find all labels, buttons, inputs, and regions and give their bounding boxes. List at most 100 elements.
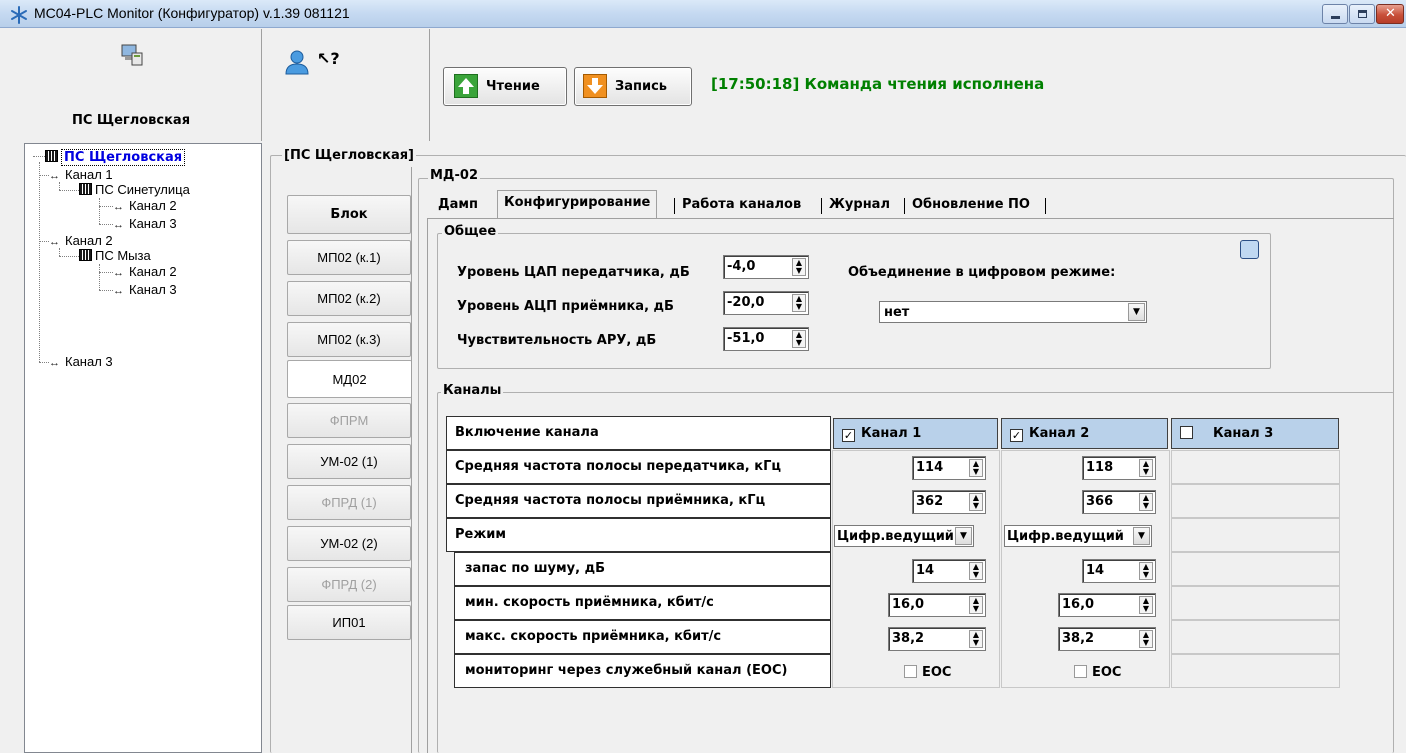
ch1-rx-freq-spinner[interactable]: 362 ▲ ▼ xyxy=(912,490,986,514)
module-button-um02-2[interactable]: УМ-02 (2) xyxy=(287,526,411,561)
module-button-mp02-3[interactable]: МП02 (к.3) xyxy=(287,322,411,357)
link-arrow-icon: ↔ xyxy=(49,357,60,369)
tree-item-channel[interactable]: ↔ Канал 3 xyxy=(113,282,177,297)
channels-grid: Включение канала Средняя частота полосы … xyxy=(446,416,1340,692)
tab-dump[interactable]: Дамп xyxy=(432,193,484,217)
tree-item-channel[interactable]: ↔ Канал 1 xyxy=(49,167,113,182)
channel-1-checkbox[interactable]: ✓ xyxy=(842,429,855,442)
tree-item-root[interactable]: ПС Щегловская xyxy=(45,149,186,166)
tab-firmware-update[interactable]: Обновление ПО xyxy=(906,193,1036,217)
snowflake-icon xyxy=(11,6,27,24)
ch1-min-rate-spinner[interactable]: 16,0 ▲ ▼ xyxy=(888,593,986,617)
module-button-mp02-1[interactable]: МП02 (к.1) xyxy=(287,240,411,275)
status-message: [17:50:18] Команда чтения исполнена xyxy=(711,75,1045,93)
module-title: МД-02 xyxy=(428,168,481,183)
channel-2-checkbox[interactable]: ✓ xyxy=(1010,429,1023,442)
maximize-button[interactable] xyxy=(1349,4,1375,24)
ch2-mode-select[interactable]: Цифр.ведущий ▼ xyxy=(1004,525,1152,547)
spin-arrows-icon[interactable]: ▲ ▼ xyxy=(1139,630,1153,648)
window-title: MC04-PLC Monitor (Конфигуратор) v.1.39 0… xyxy=(34,5,350,21)
close-icon: ✕ xyxy=(1385,6,1396,21)
title-bar[interactable]: MC04-PLC Monitor (Конфигуратор) v.1.39 0… xyxy=(0,0,1406,28)
tree-item-channel[interactable]: ↔ Канал 3 xyxy=(49,354,113,369)
row-snr-margin: запас по шуму, дБ xyxy=(454,552,831,586)
ch1-tx-freq-spinner[interactable]: 114 ▲ ▼ xyxy=(912,456,986,480)
spin-arrows-icon[interactable]: ▲ ▼ xyxy=(1139,493,1153,511)
spin-arrows-icon[interactable]: ▲ ▼ xyxy=(792,294,806,312)
device-icon xyxy=(45,150,58,162)
module-button-fprd-2: ФПРД (2) xyxy=(287,567,411,602)
close-button[interactable]: ✕ xyxy=(1376,4,1404,24)
ch2-rx-freq-spinner[interactable]: 366 ▲ ▼ xyxy=(1082,490,1156,514)
ch1-snr-spinner[interactable]: 14 ▲ ▼ xyxy=(912,559,986,583)
tree-item-channel[interactable]: ↔ Канал 3 xyxy=(113,216,177,231)
chevron-down-icon[interactable]: ▼ xyxy=(1128,303,1145,321)
device-tree[interactable]: ПС Щегловская ↔ Канал 1 ПС Синетулица ↔ Ка… xyxy=(24,143,262,753)
read-button[interactable]: Чтение xyxy=(443,67,567,106)
module-button-ip01[interactable]: ИП01 xyxy=(287,605,411,640)
block-button[interactable]: Блок xyxy=(287,195,411,234)
channel-1-header[interactable]: ✓ Канал 1 xyxy=(833,418,998,449)
ch2-tx-freq-spinner[interactable]: 118 ▲ ▼ xyxy=(1082,456,1156,480)
row-max-rate: макс. скорость приёмника, кбит/с xyxy=(454,620,831,654)
chevron-down-icon[interactable]: ▼ xyxy=(955,527,972,545)
adc-level-spinner[interactable]: -20,0 ▲ ▼ xyxy=(723,291,809,315)
tree-item-channel[interactable]: ↔ Канал 2 xyxy=(113,198,177,213)
help-pointer-icon[interactable]: ↖? xyxy=(317,49,340,68)
general-title: Общее xyxy=(442,224,499,239)
computer-icon xyxy=(121,44,143,66)
link-arrow-icon: ↔ xyxy=(113,267,124,279)
arrow-down-icon xyxy=(583,74,607,98)
tab-channels-work[interactable]: Работа каналов xyxy=(676,193,807,217)
chevron-down-icon[interactable]: ▼ xyxy=(1133,527,1150,545)
dac-level-spinner[interactable]: -4,0 ▲ ▼ xyxy=(723,255,809,279)
tree-item-channel[interactable]: ↔ Канал 2 xyxy=(49,233,113,248)
link-arrow-icon: ↔ xyxy=(49,170,60,182)
module-button-md02[interactable]: МД02 xyxy=(287,360,412,398)
tab-config[interactable]: Конфигурирование xyxy=(497,190,658,218)
main-toolbar: Чтение Запись [17:50:18] Команда чтения … xyxy=(431,29,1406,141)
ch2-snr-spinner[interactable]: 14 ▲ ▼ xyxy=(1082,559,1156,583)
ch2-max-rate-spinner[interactable]: 38,2 ▲ ▼ xyxy=(1058,627,1156,651)
row-eoc-monitoring: мониторинг через служебный канал (EOC) xyxy=(454,654,831,688)
station-header: ПС Щегловская xyxy=(0,29,262,141)
user-icon[interactable] xyxy=(283,48,311,76)
combine-mode-select[interactable]: нет ▼ xyxy=(879,301,1147,323)
spin-arrows-icon[interactable]: ▲ ▼ xyxy=(792,258,806,276)
row-header-enable: Включение канала xyxy=(446,416,831,450)
agc-sensitivity-spinner[interactable]: -51,0 ▲ ▼ xyxy=(723,327,809,351)
spin-arrows-icon[interactable]: ▲ ▼ xyxy=(1139,562,1153,580)
spin-arrows-icon[interactable]: ▲ ▼ xyxy=(792,330,806,348)
spin-arrows-icon[interactable]: ▲ ▼ xyxy=(969,459,983,477)
tree-item-station[interactable]: ПС Мыза xyxy=(79,248,151,263)
spin-arrows-icon[interactable]: ▲ ▼ xyxy=(1139,596,1153,614)
module-button-um02-1[interactable]: УМ-02 (1) xyxy=(287,444,411,479)
spin-arrows-icon[interactable]: ▲ ▼ xyxy=(969,630,983,648)
channel-3-checkbox[interactable] xyxy=(1180,426,1193,439)
ch1-max-rate-spinner[interactable]: 38,2 ▲ ▼ xyxy=(888,627,986,651)
ch2-eoc-checkbox[interactable]: EOC xyxy=(1074,665,1121,680)
spin-arrows-icon[interactable]: ▲ ▼ xyxy=(969,493,983,511)
ch2-min-rate-spinner[interactable]: 16,0 ▲ ▼ xyxy=(1058,593,1156,617)
spin-arrows-icon[interactable]: ▲ ▼ xyxy=(969,596,983,614)
ch1-mode-select[interactable]: Цифр.ведущий ▼ xyxy=(834,525,974,547)
agc-label: Чувствительность АРУ, дБ xyxy=(457,333,657,348)
spin-arrows-icon[interactable]: ▲ ▼ xyxy=(969,562,983,580)
device-icon xyxy=(79,183,92,195)
module-button-fprm: ФПРМ xyxy=(287,403,411,438)
tree-item-station[interactable]: ПС Синетулица xyxy=(79,182,190,197)
ch1-eoc-checkbox[interactable]: EOC xyxy=(904,665,951,680)
row-mode: Режим xyxy=(446,518,831,552)
spin-arrows-icon[interactable]: ▲ ▼ xyxy=(1139,459,1153,477)
module-button-mp02-2[interactable]: МП02 (к.2) xyxy=(287,281,411,316)
minimize-button[interactable] xyxy=(1322,4,1348,24)
read-label: Чтение xyxy=(486,79,540,94)
write-button[interactable]: Запись xyxy=(574,67,692,106)
tab-journal[interactable]: Журнал xyxy=(823,193,896,217)
channel-2-header[interactable]: ✓ Канал 2 xyxy=(1001,418,1168,449)
link-arrow-icon: ↔ xyxy=(113,285,124,297)
tree-item-channel[interactable]: ↔ Канал 2 xyxy=(113,264,177,279)
combine-label: Объединение в цифровом режиме: xyxy=(848,265,1116,280)
station-title: ПС Щегловская xyxy=(71,113,191,128)
channel-3-header[interactable]: Канал 3 xyxy=(1171,418,1339,449)
